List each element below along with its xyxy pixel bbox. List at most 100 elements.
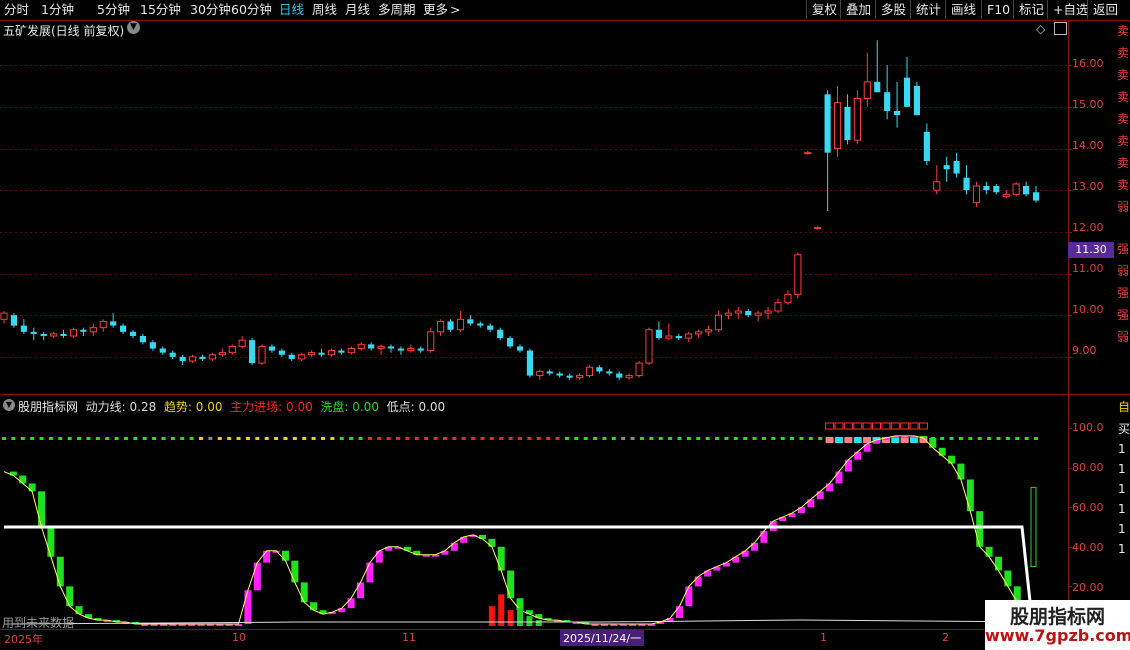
signal-dash — [799, 437, 804, 440]
candle-body-up — [437, 320, 445, 333]
signal-dash — [593, 437, 598, 440]
signal-dash — [1024, 437, 1029, 440]
candle-body-up — [208, 354, 216, 360]
chevron-down-icon[interactable]: ▼ — [3, 399, 15, 411]
candle-body-down — [368, 344, 375, 349]
oscillator-bar — [310, 602, 318, 611]
candle-body-up — [357, 343, 365, 350]
candle-body-up — [427, 331, 435, 352]
oscillator-bar — [826, 483, 834, 492]
wash-bar — [517, 608, 523, 626]
candle-body-down — [526, 350, 533, 376]
signal-dash — [302, 437, 307, 440]
candle-body-up — [50, 333, 58, 337]
signal-dash — [658, 437, 663, 440]
candle-body-up — [308, 352, 316, 356]
signal-dash — [705, 437, 710, 440]
candle-body-down — [268, 346, 275, 351]
candle-body-up — [714, 314, 723, 331]
signal-outline — [900, 422, 910, 430]
signal-column: 卖 卖 卖 卖 卖 卖 卖 卖 弱 强 弱 强 强 弱 — [1117, 22, 1130, 392]
candle-body-down — [616, 373, 623, 378]
signal-dash — [1005, 437, 1010, 440]
candle-body-down — [497, 329, 504, 339]
signal-dash — [958, 437, 963, 440]
chart-canvas[interactable] — [0, 0, 1130, 650]
oscillator-bar — [929, 437, 937, 448]
candle-body-up — [764, 310, 772, 314]
signal-dash — [489, 437, 494, 440]
signal-dash — [142, 437, 147, 440]
candle-body-down — [338, 350, 345, 353]
candle-body-down — [129, 331, 137, 336]
candle-body-up — [347, 348, 355, 354]
candle-body-down — [30, 331, 37, 334]
oscillator-bar — [685, 586, 693, 607]
signal-dash — [152, 437, 157, 440]
signal-char: 自 — [1118, 400, 1130, 414]
candle-body-up — [933, 181, 941, 191]
main-chart-title: 五矿发展(日线 前复权) — [3, 24, 125, 38]
signal-block — [844, 437, 853, 443]
watermark-url: www.7gpzb.com — [985, 626, 1130, 645]
signal-dash — [649, 437, 654, 440]
signal-dash — [199, 437, 204, 440]
oscillator-bar — [19, 475, 27, 484]
candle-body-down — [1032, 192, 1040, 201]
diamond-icon[interactable]: ◇ — [1036, 22, 1045, 36]
candle-body-down — [983, 186, 990, 191]
signal-dash — [58, 437, 63, 440]
candle-body-up — [456, 318, 465, 331]
candle-body-up — [575, 375, 584, 379]
signal-char: 1 — [1118, 462, 1126, 476]
current-price-badge: 11.30 — [1068, 242, 1114, 258]
signal-outline — [862, 422, 872, 430]
signal-dash — [424, 437, 429, 440]
chevron-down-icon[interactable]: ▼ — [127, 21, 140, 34]
oscillator-bar — [985, 546, 993, 557]
candle-body-up — [774, 302, 782, 312]
signal-dash — [621, 437, 626, 440]
candle-body-up — [794, 254, 802, 295]
signal-dash — [227, 437, 232, 440]
signal-dash — [367, 437, 372, 440]
signal-outline — [881, 422, 891, 430]
signal-block — [853, 437, 862, 443]
oscillator-bar — [751, 542, 759, 551]
signal-dash — [39, 437, 44, 440]
signal-dash — [386, 437, 391, 440]
indicator-tick: 80.00 — [1072, 461, 1104, 474]
candle-body-down — [993, 186, 1000, 193]
signal-dash — [508, 437, 513, 440]
power-line — [3, 435, 1037, 625]
oscillator-bar — [760, 530, 768, 543]
oscillator-bar — [994, 556, 1002, 571]
signal-dash — [752, 437, 757, 440]
candle-body-up — [804, 152, 812, 155]
signal-dash — [255, 437, 260, 440]
signal-dash — [480, 437, 485, 440]
candle-body-down — [169, 352, 176, 357]
candle-body-down — [556, 373, 563, 376]
oscillator-bar — [1004, 570, 1012, 587]
candle-body-down — [20, 325, 27, 332]
candle-body-down — [824, 94, 831, 153]
signal-dash — [30, 437, 35, 440]
signal-dash — [2, 437, 6, 440]
signal-dash — [818, 437, 823, 440]
signal-char: 弱 — [1117, 200, 1130, 214]
signal-dash — [461, 437, 466, 440]
window-toggle-icon[interactable] — [1054, 22, 1067, 35]
candle-body-up — [665, 335, 673, 339]
oscillator-bar — [66, 586, 74, 607]
price-tick: 11.00 — [1072, 262, 1104, 275]
crosshair-date-badge: 2025/11/24/一 — [560, 630, 645, 646]
signal-dash — [555, 437, 560, 440]
candle-body-up — [754, 312, 762, 316]
signal-char: 卖 — [1117, 134, 1130, 148]
candle-body-down — [288, 354, 295, 359]
signal-outline — [853, 422, 863, 430]
indicator-label: 主力进场 — [230, 400, 279, 414]
candle-body-up — [863, 81, 871, 100]
price-tick: 12.00 — [1072, 221, 1104, 234]
